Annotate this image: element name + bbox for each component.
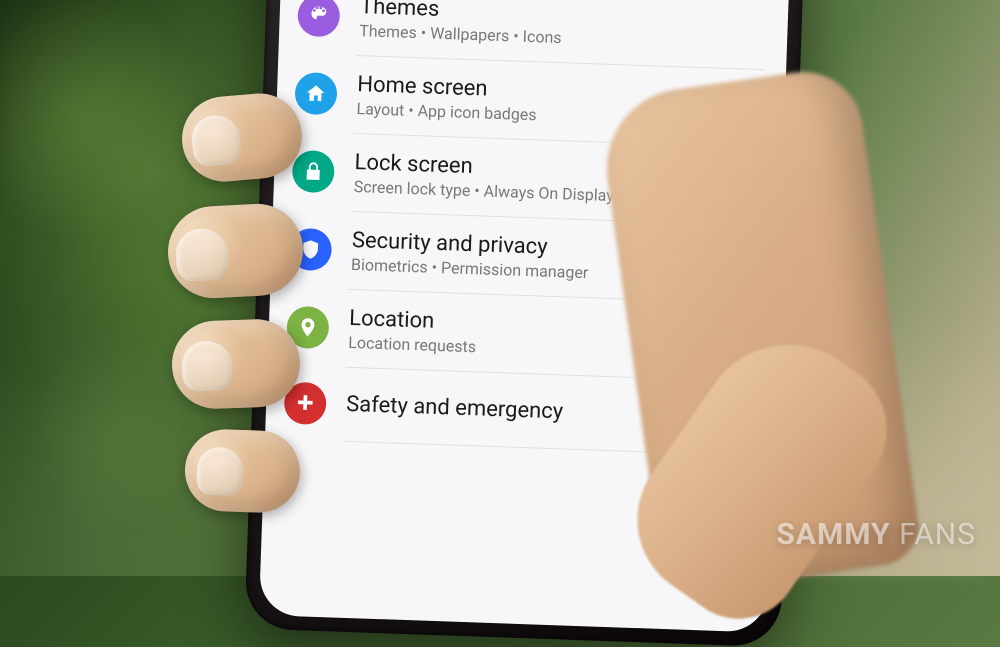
photo-scene: Themes Themes • Wallpapers • Icons Home … bbox=[0, 0, 1000, 576]
home-icon bbox=[294, 72, 337, 115]
settings-item-text: Home screen Layout • App icon badges bbox=[356, 72, 763, 132]
settings-list: Themes Themes • Wallpapers • Icons Home … bbox=[265, 0, 791, 457]
shield-icon bbox=[289, 228, 332, 271]
settings-item-title: Safety and emergency bbox=[346, 391, 753, 430]
brush-icon bbox=[297, 0, 340, 37]
pin-icon bbox=[286, 306, 329, 349]
settings-item-text: Lock screen Screen lock type • Always On… bbox=[353, 150, 760, 210]
settings-item-text: Themes Themes • Wallpapers • Icons bbox=[359, 0, 766, 54]
watermark-logo: SAMMY FANS bbox=[776, 517, 976, 552]
lock-icon bbox=[292, 150, 335, 193]
watermark-suffix: FANS bbox=[899, 517, 976, 552]
phone-device: Themes Themes • Wallpapers • Icons Home … bbox=[253, 0, 798, 639]
watermark-brand: SAMMY bbox=[776, 517, 890, 552]
settings-item-text: Security and privacy Biometrics • Permis… bbox=[351, 228, 758, 288]
settings-item-text: Location Location requests bbox=[348, 306, 755, 366]
phone-screen: Themes Themes • Wallpapers • Icons Home … bbox=[259, 0, 791, 633]
settings-item-text: Safety and emergency bbox=[346, 391, 753, 432]
medical-icon bbox=[283, 382, 326, 425]
